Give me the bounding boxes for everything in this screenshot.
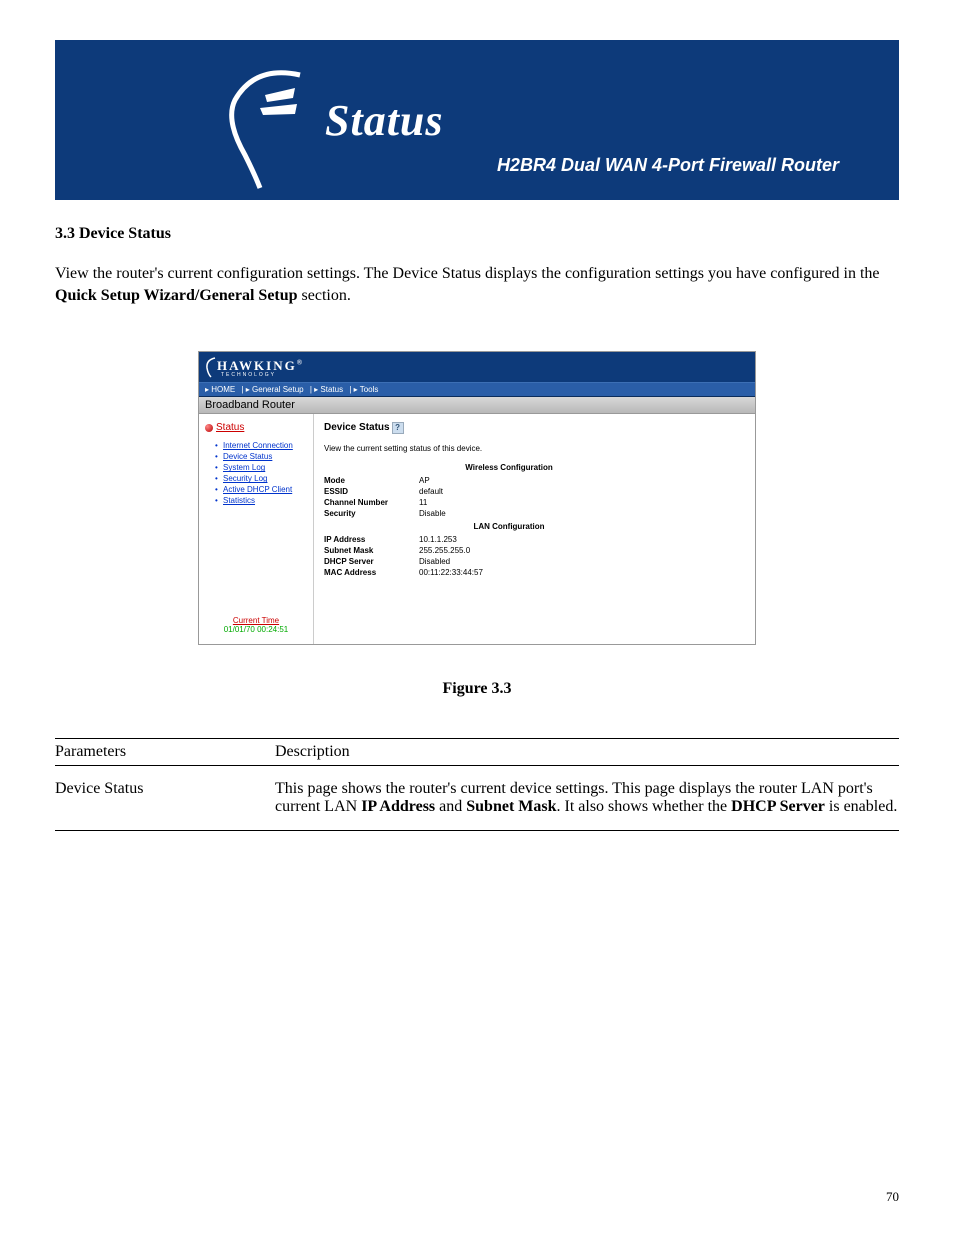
nav-home[interactable]: ▸ HOME [205, 385, 237, 394]
param-desc: This page shows the router's current dev… [275, 766, 899, 831]
help-icon[interactable]: ? [392, 422, 404, 434]
sidebar-item-device-status[interactable]: Device Status [215, 452, 307, 461]
table-row: SecurityDisable [324, 509, 745, 518]
page-number: 70 [886, 1189, 899, 1205]
table-row: ESSIDdefault [324, 487, 745, 496]
para-text-2: section. [298, 287, 351, 304]
hawking-mini-icon [203, 356, 217, 378]
th-parameters: Parameters [55, 739, 275, 766]
sidebar-item-internet-connection[interactable]: Internet Connection [215, 441, 307, 450]
figure-caption: Figure 3.3 [55, 680, 899, 698]
table-row: DHCP ServerDisabled [324, 557, 745, 566]
para-text-1: View the router's current configuration … [55, 265, 880, 282]
sidebar-item-active-dhcp-client[interactable]: Active DHCP Client [215, 485, 307, 494]
table-row: IP Address10.1.1.253 [324, 535, 745, 544]
nav-general-setup[interactable]: ▸ General Setup [246, 385, 306, 394]
router-logo-sub: TECHNOLOGY [221, 372, 276, 378]
banner: Status H2BR4 Dual WAN 4-Port Firewall Ro… [55, 40, 899, 200]
config-table: Wireless Configuration ModeAP ESSIDdefau… [324, 463, 745, 577]
table-row: ModeAP [324, 476, 745, 485]
hawking-swoosh-icon [205, 60, 315, 195]
main-title: Device Status? [324, 422, 745, 434]
table-row: Channel Number11 [324, 498, 745, 507]
section-paragraph: View the router's current configuration … [55, 263, 899, 306]
table-row: MAC Address00:11:22:33:44:57 [324, 568, 745, 577]
nav-status[interactable]: ▸ Status [314, 385, 345, 394]
sidebar-item-statistics[interactable]: Statistics [215, 496, 307, 505]
nav-tools[interactable]: ▸ Tools [354, 385, 381, 394]
section-heading: 3.3 Device Status [55, 225, 899, 243]
sidebar-item-system-log[interactable]: System Log [215, 463, 307, 472]
router-main: Device Status? View the current setting … [314, 414, 755, 644]
group-lan: LAN Configuration [434, 522, 584, 531]
parameters-table: Parameters Description Device Status Thi… [55, 738, 899, 831]
router-nav: ▸ HOME | ▸ General Setup | ▸ Status | ▸ … [199, 382, 755, 397]
para-bold: Quick Setup Wizard/General Setup [55, 287, 298, 304]
banner-product: H2BR4 Dual WAN 4-Port Firewall Router [497, 155, 839, 176]
router-ui-screenshot: HAWKING® TECHNOLOGY ▸ HOME | ▸ General S… [198, 351, 756, 645]
param-name: Device Status [55, 766, 275, 831]
th-description: Description [275, 739, 899, 766]
router-sidebar: Status Internet Connection Device Status… [199, 414, 314, 644]
current-time-label: Current Time [199, 616, 313, 625]
banner-title: Status [325, 95, 444, 146]
group-wireless: Wireless Configuration [434, 463, 584, 472]
sidebar-title[interactable]: Status [205, 422, 307, 433]
router-bar: Broadband Router [199, 397, 755, 414]
main-description: View the current setting status of this … [324, 444, 745, 453]
sidebar-item-security-log[interactable]: Security Log [215, 474, 307, 483]
table-row: Subnet Mask255.255.255.0 [324, 546, 745, 555]
router-header: HAWKING® TECHNOLOGY [199, 352, 755, 382]
current-time-value: 01/01/70 00:24:51 [224, 625, 289, 634]
current-time: Current Time 01/01/70 00:24:51 [199, 616, 313, 634]
